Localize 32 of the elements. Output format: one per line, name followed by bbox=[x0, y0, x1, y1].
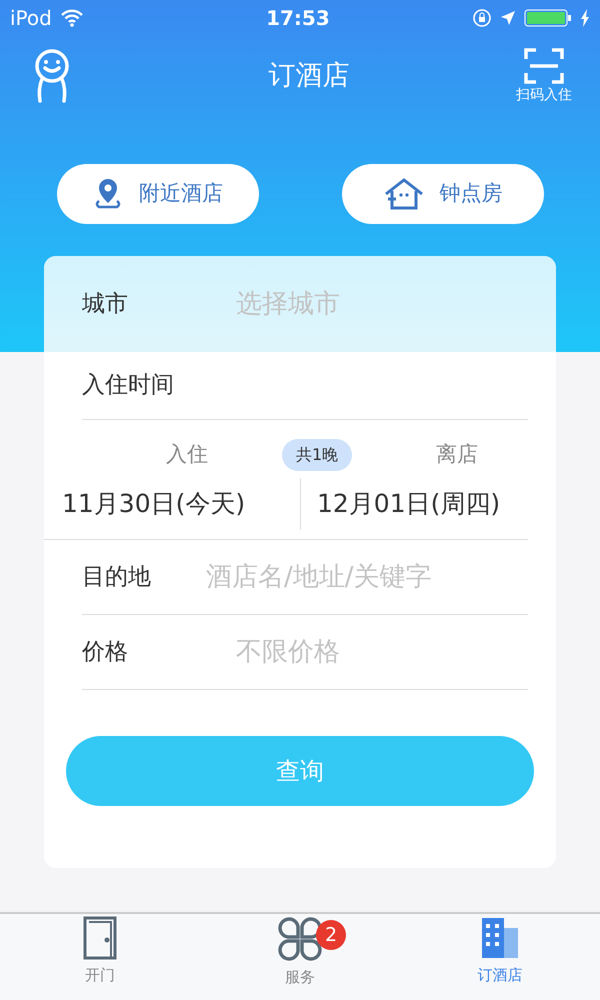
clock-time: 17:53 bbox=[266, 5, 330, 32]
section-label: 入住时间 bbox=[82, 371, 174, 400]
page-title: 订酒店 bbox=[268, 58, 350, 93]
field-label: 城市 bbox=[82, 290, 129, 319]
field-label: 价格 bbox=[82, 638, 129, 667]
notification-badge: 2 bbox=[316, 920, 346, 950]
rotation-lock-icon bbox=[472, 8, 492, 28]
checkin-label: 入住 bbox=[165, 441, 209, 468]
checkout-label: 离店 bbox=[435, 441, 480, 468]
tab[interactable]: 开门 bbox=[40, 916, 160, 986]
nearby-hotels-button[interactable]: 附近酒店 bbox=[57, 164, 259, 224]
checkin-date[interactable]: 11月30日(今天) bbox=[62, 485, 300, 523]
clover-icon bbox=[277, 916, 323, 962]
destination-field[interactable]: 酒店名/地址/关键字 bbox=[204, 556, 528, 598]
charging-icon bbox=[580, 9, 590, 27]
battery-icon bbox=[524, 9, 572, 27]
nights-count: 共1晚 bbox=[282, 439, 352, 471]
checkout-date[interactable]: 12月01日(周四) bbox=[317, 485, 500, 523]
price-field[interactable]: 不限价格 bbox=[234, 632, 528, 672]
city-field[interactable]: 选择城市 bbox=[234, 284, 518, 324]
location-pin-icon bbox=[93, 177, 123, 211]
door-icon bbox=[83, 916, 117, 960]
scan-icon bbox=[524, 46, 564, 84]
scan-checkin-button[interactable]: 扫码入住 bbox=[516, 46, 572, 106]
location-arrow-icon bbox=[500, 10, 516, 26]
search-button[interactable]: 查询 bbox=[66, 736, 534, 806]
hourly-room-button[interactable]: 钟点房 bbox=[342, 164, 544, 224]
field-label: 目的地 bbox=[82, 562, 152, 592]
carrier-label: iPod bbox=[10, 5, 52, 32]
tab[interactable]: 订酒店 bbox=[440, 916, 560, 986]
wifi-icon bbox=[60, 9, 84, 27]
house-icon bbox=[384, 178, 424, 210]
